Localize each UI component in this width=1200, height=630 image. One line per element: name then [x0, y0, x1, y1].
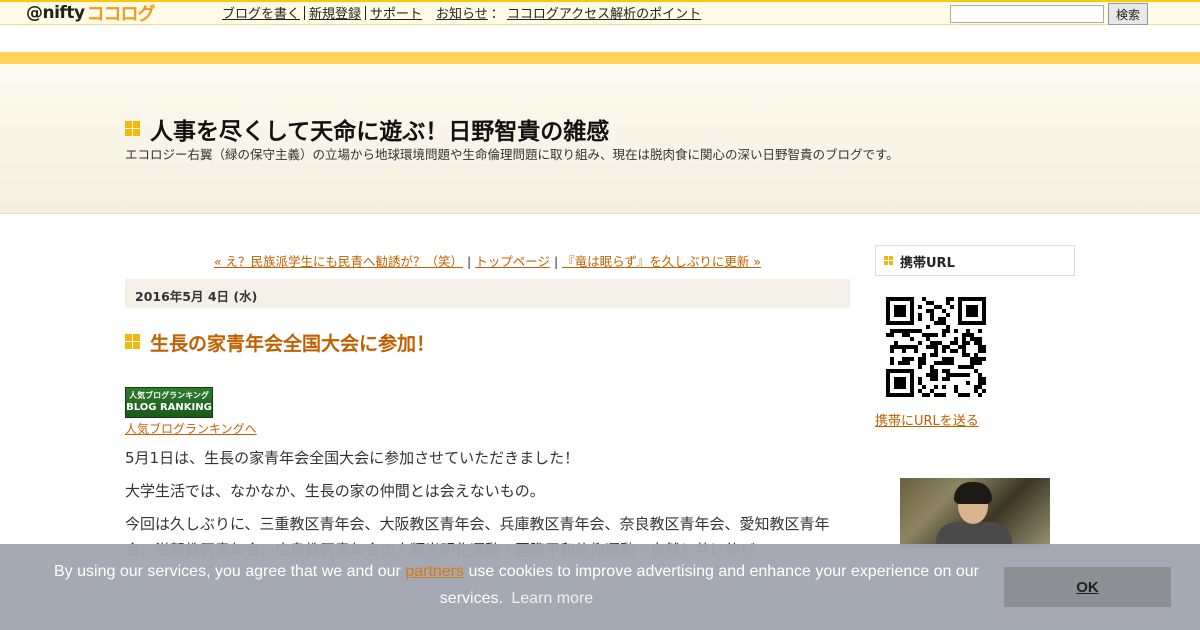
squares-icon	[125, 121, 140, 136]
cookie-ok-button[interactable]: OK	[1004, 567, 1171, 607]
support-link[interactable]: サポート	[370, 3, 422, 22]
top-bar: @nifty ココログ ブログを書く 新規登録 サポート お知らせ ： ココログ…	[0, 0, 1200, 25]
mobile-url-widget-header: 携帯URL	[875, 245, 1075, 276]
top-nav: ブログを書く 新規登録 サポート お知らせ ： ココログアクセス解析のポイント	[222, 3, 701, 22]
mobile-url-title: 携帯URL	[900, 256, 955, 271]
logo-brand: ココログ	[86, 4, 156, 25]
learn-more-link[interactable]: Learn more	[511, 590, 593, 607]
search-button[interactable]: 検索	[1108, 3, 1148, 25]
banner-text-en: BLOG RANKING	[126, 402, 212, 413]
next-post-link[interactable]: 『竜は眠らず』を久しぶりに更新 »	[562, 254, 761, 269]
blog-ranking-banner[interactable]: 人気ブログランキング BLOG RANKING	[125, 387, 213, 418]
news-item-link[interactable]: ココログアクセス解析のポイント	[507, 3, 701, 22]
blog-description: エコロジー右翼（緑の保守主義）の立場から地球環境問題や生命倫理問題に取り組み、現…	[125, 147, 899, 162]
nav-separator: |	[550, 254, 563, 269]
entry-paragraph: 大学生活では、なかなか、生長の家の仲間とは会えないもの。	[125, 482, 545, 500]
blog-title[interactable]: 人事を尽くして天命に遊ぶ！日野智貴の雑感	[150, 112, 609, 146]
cookie-text-start: By using our services, you agree that we…	[54, 563, 406, 580]
partners-link[interactable]: partners	[405, 563, 464, 580]
profile-photo[interactable]	[900, 478, 1050, 548]
post-navigation: « え？民族派学生にも民青へ勧誘が？（笑） | トップページ | 『竜は眠らず』…	[125, 251, 850, 270]
banner-text-jp: 人気ブログランキング	[129, 391, 209, 400]
top-page-link[interactable]: トップページ	[475, 254, 550, 269]
nav-divider	[365, 5, 367, 20]
logo-prefix: @nifty	[26, 3, 85, 23]
send-url-link[interactable]: 携帯にURLを送る	[875, 410, 979, 429]
nifty-cocolog-logo[interactable]: @nifty ココログ	[26, 2, 156, 25]
news-link[interactable]: お知らせ	[436, 3, 488, 22]
entry-date: 2016年5月 4日 (水)	[125, 279, 850, 308]
qr-code-icon	[886, 297, 986, 397]
squares-icon	[125, 334, 140, 349]
entry-paragraph: 5月1日は、生長の家青年会全国大会に参加させていただきました！	[125, 449, 580, 467]
prev-post-link[interactable]: « え？民族派学生にも民青へ勧誘が？（笑）	[214, 254, 463, 269]
nav-divider	[304, 5, 306, 20]
cookie-message: By using our services, you agree that we…	[40, 558, 993, 612]
register-link[interactable]: 新規登録	[309, 3, 361, 22]
news-colon: ：	[490, 7, 504, 22]
blog-ranking-link[interactable]: 人気ブログランキングへ	[125, 420, 257, 437]
cookie-consent-banner: By using our services, you agree that we…	[0, 544, 1200, 630]
write-blog-link[interactable]: ブログを書く	[222, 3, 300, 22]
search-input[interactable]	[950, 5, 1104, 23]
photo-hair	[954, 482, 992, 504]
entry-title[interactable]: 生長の家青年会全国大会に参加！	[150, 329, 435, 356]
nav-separator: |	[463, 254, 476, 269]
header-accent-strip	[0, 52, 1200, 64]
squares-icon	[884, 256, 893, 265]
